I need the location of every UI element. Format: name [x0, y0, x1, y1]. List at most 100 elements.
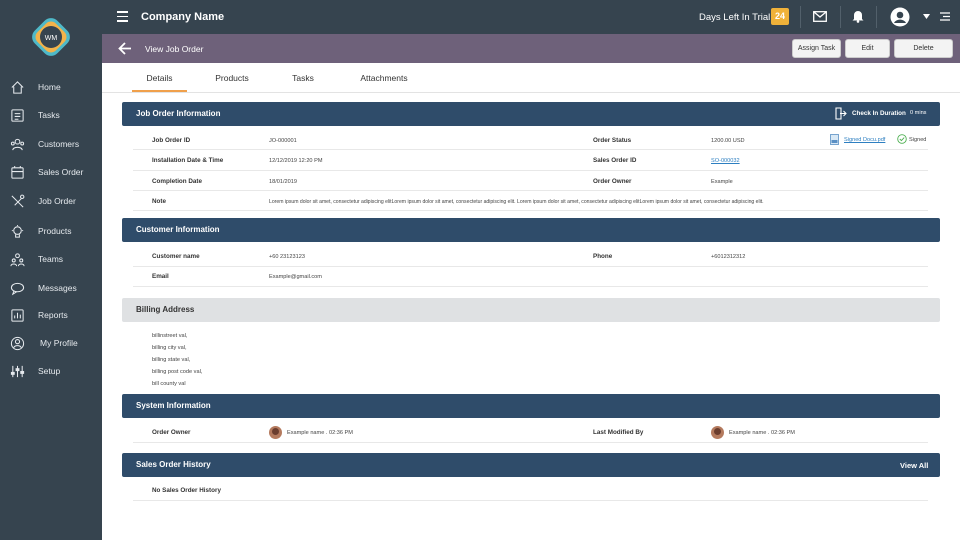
installation-label: Installation Date & Time	[152, 157, 224, 164]
sidebar-item-label: Setup	[38, 366, 61, 376]
sidebar-item-products[interactable]: Products	[0, 220, 102, 242]
last-modified-value: Example name . 02:36 PM	[729, 430, 795, 436]
tab-bar: Details Products Tasks Attachments	[102, 63, 960, 93]
billing-section-header: Billing Address	[122, 298, 940, 322]
company-name: Company Name	[141, 11, 225, 23]
sidebar-item-job-order[interactable]: Job Order	[0, 190, 102, 212]
view-all-link[interactable]: View All	[900, 461, 928, 470]
check-in-label: Check In Duration	[852, 110, 906, 117]
customer-section-header: Customer Information	[122, 218, 940, 242]
customer-name-value: +60 23123123	[269, 254, 305, 260]
divider	[133, 190, 928, 191]
sidebar-item-tasks[interactable]: Tasks	[0, 104, 102, 126]
sidebar-item-label: Sales Order	[38, 167, 84, 177]
phone-value: +6012312312	[711, 254, 746, 260]
divider	[800, 6, 801, 28]
sidebar-item-reports[interactable]: Reports	[0, 304, 102, 326]
divider	[133, 210, 928, 211]
tasks-icon	[11, 108, 24, 122]
edit-button[interactable]: Edit	[845, 39, 890, 58]
completion-value: 18/01/2019	[269, 179, 297, 185]
job-order-section-header: Job Order Information	[122, 102, 940, 126]
phone-label: Phone	[593, 253, 613, 260]
sidebar-item-setup[interactable]: Setup	[0, 360, 102, 382]
trial-label: Days Left In Trial	[699, 12, 771, 23]
check-circle-icon	[897, 134, 907, 144]
sidebar-item-label: Tasks	[38, 110, 60, 120]
back-arrow-icon[interactable]	[118, 42, 132, 55]
email-value: Example@gmail.com	[269, 274, 322, 280]
section-title: Job Order Information	[136, 109, 221, 118]
sales-order-id-label: Sales Order ID	[593, 157, 637, 164]
top-bar: Company Name Days Left In Trial 24	[102, 0, 960, 34]
menu-lines-icon[interactable]	[940, 12, 950, 21]
sidebar-item-label: My Profile	[40, 338, 78, 348]
sidebar-item-label: Home	[38, 82, 61, 92]
page-title: View Job Order	[145, 44, 204, 54]
menu-icon[interactable]	[117, 11, 128, 23]
divider	[840, 6, 841, 28]
check-in-value: 0 mins	[910, 110, 927, 116]
signed-status: Signed	[909, 137, 927, 143]
section-title: System Information	[136, 401, 211, 410]
customers-icon	[10, 138, 25, 150]
order-status-value: 1200.00 USD	[711, 138, 745, 144]
section-title: Billing Address	[136, 305, 195, 314]
installation-value: 12/12/2019 12:20 PM	[269, 158, 323, 164]
job-order-icon	[11, 194, 25, 207]
billing-address-line: bill county val	[152, 381, 186, 387]
note-value: Lorem ipsum dolor sit amet, consectetur …	[269, 199, 764, 205]
sidebar-item-label: Reports	[38, 310, 68, 320]
sidebar-item-customers[interactable]: Customers	[0, 133, 102, 155]
customer-name-label: Customer name	[152, 253, 200, 260]
tab-products[interactable]: Products	[207, 73, 257, 83]
billing-address-line: billing post code val,	[152, 369, 203, 375]
sidebar-item-label: Messages	[38, 283, 77, 293]
divider	[133, 170, 928, 171]
sidebar-item-messages[interactable]: Messages	[0, 277, 102, 299]
page-header-bar: View Job Order Assign Task Edit Delete	[102, 34, 960, 63]
avatar	[711, 426, 724, 439]
mail-icon[interactable]	[813, 11, 827, 22]
company-logo-icon[interactable]: WM	[27, 13, 75, 61]
sidebar-item-sales-order[interactable]: Sales Order	[0, 161, 102, 183]
sidebar-item-my-profile[interactable]: My Profile	[0, 332, 102, 354]
sidebar-item-teams[interactable]: Teams	[0, 248, 102, 270]
tab-details[interactable]: Details	[132, 73, 187, 92]
tab-attachments[interactable]: Attachments	[352, 73, 416, 83]
note-label: Note	[152, 198, 166, 205]
sidebar-item-label: Job Order	[38, 196, 76, 206]
system-section-header: System Information	[122, 394, 940, 418]
sidebar-item-label: Products	[38, 226, 72, 236]
bell-icon[interactable]	[852, 9, 864, 23]
avatar-icon[interactable]	[890, 7, 910, 27]
profile-icon	[10, 336, 25, 350]
sales-order-id-link[interactable]: SO-000032	[711, 158, 740, 164]
check-in-icon	[835, 107, 847, 120]
delete-button[interactable]: Delete	[894, 39, 953, 58]
section-title: Customer Information	[136, 225, 220, 234]
products-icon	[11, 224, 24, 238]
teams-icon	[10, 252, 25, 266]
chevron-down-icon[interactable]	[923, 14, 930, 19]
home-icon	[11, 80, 24, 94]
avatar	[269, 426, 282, 439]
divider	[133, 442, 928, 443]
signed-doc-link[interactable]: Signed Docu.pdf	[844, 137, 885, 143]
job-order-id-label: Job Order ID	[152, 137, 191, 144]
sidebar-item-home[interactable]: Home	[0, 76, 102, 98]
divider	[133, 500, 928, 501]
svg-text:WM: WM	[45, 35, 58, 42]
billing-address-line: billing state val,	[152, 357, 191, 363]
reports-icon	[11, 308, 24, 322]
sidebar-item-label: Customers	[38, 139, 80, 149]
assign-task-button[interactable]: Assign Task	[792, 39, 841, 58]
billing-address-line: billinstreet val,	[152, 333, 188, 339]
divider	[133, 286, 928, 287]
sidebar-item-label: Teams	[38, 254, 64, 264]
sidebar: WM Home Tasks Customers Sales Order Job …	[0, 0, 102, 540]
tab-tasks[interactable]: Tasks	[282, 73, 324, 83]
last-modified-label: Last Modified By	[593, 429, 644, 436]
history-empty-text: No Sales Order History	[152, 487, 221, 494]
section-title: Sales Order History	[136, 460, 211, 469]
